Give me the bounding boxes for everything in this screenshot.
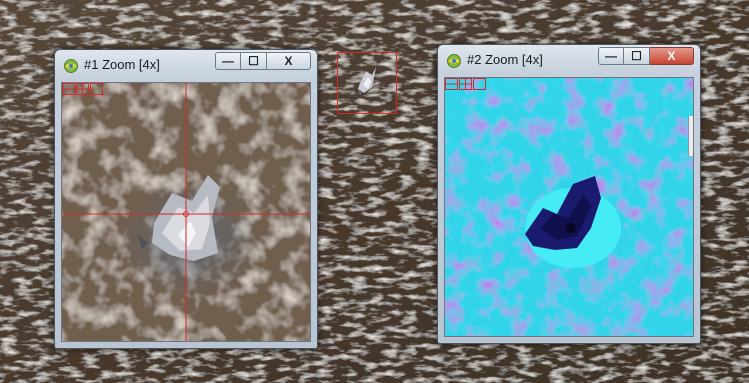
target-thumbnail	[358, 67, 376, 95]
zoom-window-2[interactable]: #2 Zoom [4x] — ☐ X	[437, 44, 701, 344]
window-title: #2 Zoom [4x]	[467, 52, 543, 67]
selection-box[interactable]	[337, 52, 397, 114]
window-controls: — ☐ X	[215, 52, 311, 72]
zoom-view-false-color[interactable]	[444, 77, 694, 337]
window-controls: — ☐ X	[598, 47, 694, 67]
window-close-icon[interactable]: X	[267, 52, 311, 70]
window-maximize-icon[interactable]: ☐	[241, 52, 267, 70]
window-titlebar[interactable]: #1 Zoom [4x] — ☐ X	[55, 50, 317, 80]
zoomed-image-natural	[62, 83, 310, 341]
zoom-window-1[interactable]: #1 Zoom [4x] — ☐ X	[54, 49, 318, 349]
window-title: #1 Zoom [4x]	[84, 57, 160, 72]
crosshair-icon[interactable]	[62, 83, 106, 95]
app-globe-icon	[447, 54, 461, 68]
window-minimize-icon[interactable]: —	[215, 52, 241, 70]
window-titlebar[interactable]: #2 Zoom [4x] — ☐ X	[438, 45, 700, 75]
window-minimize-icon[interactable]: —	[598, 47, 624, 65]
zoom-view-natural[interactable]	[61, 82, 311, 342]
crosshair-icon[interactable]	[445, 78, 489, 90]
zoomed-image-false-color	[445, 78, 693, 336]
window-close-icon[interactable]: X	[650, 47, 694, 65]
scrollbar-thumb[interactable]	[688, 116, 693, 156]
app-globe-icon	[64, 59, 78, 73]
window-maximize-icon[interactable]: ☐	[624, 47, 650, 65]
